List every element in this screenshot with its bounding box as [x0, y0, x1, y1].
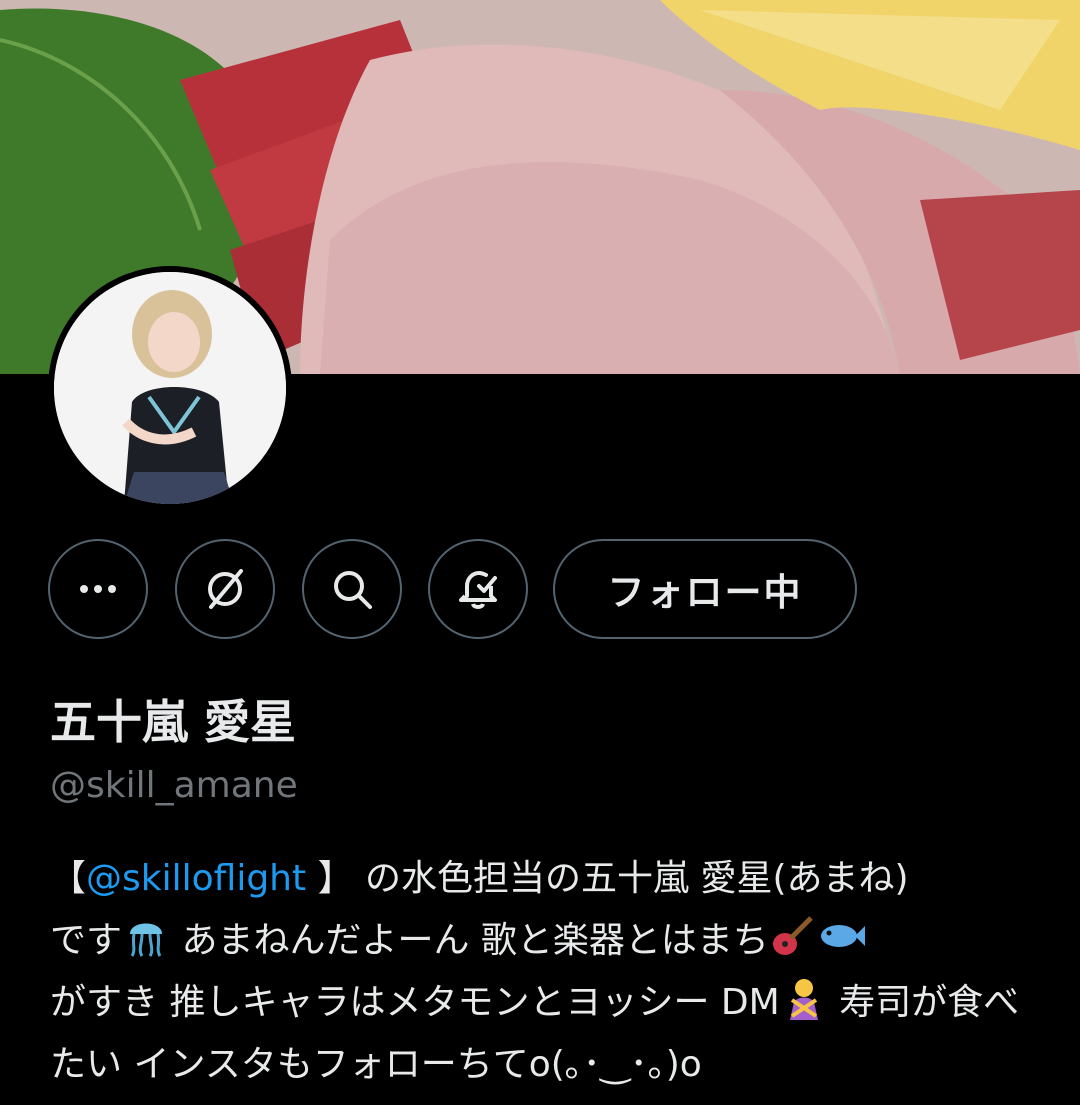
- bio-bracket-close: 】: [306, 858, 354, 899]
- following-button[interactable]: フォロー中: [553, 539, 857, 639]
- bio-text-3: あまねんだよーん 歌と楽器とはまち: [170, 920, 769, 961]
- following-button-label: フォロー中: [607, 571, 803, 614]
- profile-display-name: 五十嵐 愛星: [50, 695, 297, 749]
- profile-bio: 【@skilloflight 】 の水色担当の五十嵐 愛星(あまね) です あま…: [50, 848, 1040, 1096]
- bio-text-1: の水色担当の五十嵐 愛星(あまね): [353, 858, 909, 899]
- profile-handle: @skill_amane: [50, 765, 298, 806]
- grok-icon: [208, 569, 243, 609]
- guitar-emoji-icon: [772, 916, 813, 955]
- person-gesturing-no-emoji-icon: [789, 979, 818, 1020]
- more-button[interactable]: [48, 539, 148, 639]
- profile-avatar[interactable]: [48, 266, 292, 510]
- grok-button[interactable]: [175, 539, 275, 639]
- avatar-photo: [54, 272, 286, 504]
- notification-button[interactable]: [428, 539, 528, 639]
- bio-mention-link[interactable]: @skilloflight: [86, 858, 306, 899]
- bio-text-4: がすき 推しキャラはメタモンとヨッシー DM: [50, 982, 780, 1023]
- search-button[interactable]: [302, 539, 402, 639]
- jellyfish-emoji-icon: [130, 923, 163, 957]
- bio-bracket-open: 【: [50, 858, 87, 899]
- more-icon: [80, 585, 116, 593]
- fish-emoji-icon: [820, 925, 865, 947]
- notification-bell-icon: [459, 570, 497, 609]
- bio-text-2: です: [50, 920, 123, 961]
- search-icon: [334, 571, 372, 609]
